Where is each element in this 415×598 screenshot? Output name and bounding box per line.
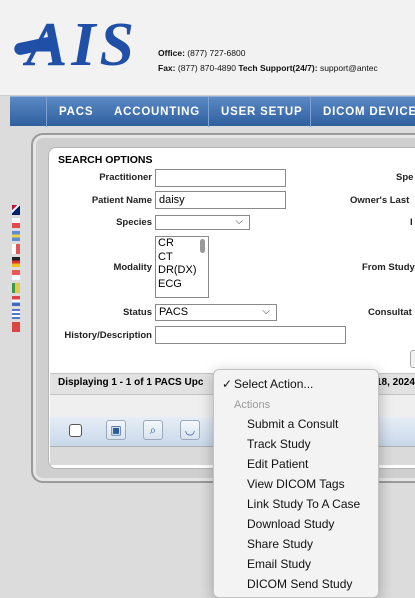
- flag-icon[interactable]: [12, 309, 20, 319]
- search-options-title: SEARCH OPTIONS: [58, 154, 153, 166]
- flag-icon[interactable]: [12, 257, 20, 267]
- office-phone: (877) 727-6800: [187, 48, 246, 58]
- flag-icon[interactable]: [12, 270, 20, 280]
- fax-label: Fax:: [158, 63, 176, 73]
- menu-item-share-study[interactable]: Share Study: [214, 535, 378, 554]
- status-select[interactable]: PACS ⌵: [155, 304, 277, 321]
- nav-pacs[interactable]: PACS: [46, 97, 93, 127]
- practitioner-label: Practitioner: [99, 172, 152, 183]
- menu-item-view-dicom-tags[interactable]: View DICOM Tags: [214, 475, 378, 494]
- flag-icon[interactable]: [12, 296, 20, 306]
- owners-last-label: Owner's Last: [350, 195, 410, 206]
- menu-item-track-study[interactable]: Track Study: [214, 435, 378, 454]
- menu-item-edit-patient[interactable]: Edit Patient: [214, 455, 378, 474]
- select-action-dropdown[interactable]: ✓ Select Action... Actions Submit a Cons…: [213, 369, 379, 598]
- nav-dicom-devices[interactable]: DICOM DEVICES: [310, 97, 415, 127]
- search-icon[interactable]: ⌕: [143, 420, 163, 440]
- modality-option[interactable]: ECG: [158, 278, 208, 292]
- flag-icon[interactable]: [12, 231, 20, 241]
- tech-support-email[interactable]: support@antec: [320, 63, 378, 73]
- actions-group-header: Actions: [234, 399, 271, 411]
- app-header: AIS Office: (877) 727-6800 Fax: (877) 87…: [0, 0, 415, 96]
- flag-icon[interactable]: [12, 218, 20, 228]
- status-value: PACS: [159, 306, 189, 318]
- results-count: Displaying 1 - 1 of 1 PACS Upc: [58, 377, 204, 388]
- modality-label: Modality: [113, 262, 152, 273]
- practitioner-input[interactable]: [155, 169, 286, 187]
- flag-icon[interactable]: [12, 283, 20, 293]
- menu-item-link-study-case[interactable]: Link Study To A Case: [214, 495, 378, 514]
- modality-option[interactable]: DR(DX): [158, 264, 208, 278]
- history-description-input[interactable]: [155, 326, 346, 344]
- nav-user-setup[interactable]: USER SETUP: [208, 97, 303, 127]
- menu-item-submit-consult[interactable]: Submit a Consult: [214, 415, 378, 434]
- ais-logo: AIS: [26, 11, 138, 79]
- species-select[interactable]: ⌵: [155, 215, 250, 230]
- office-label: Office:: [158, 48, 185, 58]
- species-label: Species: [116, 217, 152, 228]
- chevron-down-icon: ⌵: [235, 216, 243, 227]
- flag-icon[interactable]: [12, 244, 20, 254]
- view-icon[interactable]: ◡: [180, 420, 200, 440]
- select-action-option[interactable]: ✓ Select Action...: [214, 375, 378, 394]
- status-label: Status: [122, 307, 152, 318]
- species-right-label: Spe: [396, 172, 414, 183]
- modality-listbox[interactable]: CR CT DR(DX) ECG: [155, 236, 209, 298]
- from-study-label: From Study: [362, 262, 415, 273]
- nav-accounting[interactable]: ACCOUNTING: [102, 97, 200, 127]
- right-label: I: [410, 217, 413, 228]
- menu-item-dicom-send-study[interactable]: DICOM Send Study: [214, 575, 378, 594]
- menu-item-email-study[interactable]: Email Study: [214, 555, 378, 574]
- tech-support-label: Tech Support(24/7):: [238, 63, 318, 73]
- row-checkbox[interactable]: [69, 424, 82, 437]
- checkmark-icon: ✓: [222, 377, 233, 391]
- main-nav: PACS ACCOUNTING USER SETUP DICOM DEVICES: [10, 96, 415, 127]
- fax-phone: (877) 870-4890: [177, 63, 236, 73]
- uk-flag-icon[interactable]: [12, 205, 20, 215]
- search-button[interactable]: [410, 350, 415, 368]
- chevron-down-icon: ⌵: [262, 306, 270, 317]
- flag-icon[interactable]: [12, 322, 20, 332]
- listbox-scrollbar[interactable]: [200, 239, 205, 253]
- results-date: 18, 2024: [376, 377, 415, 388]
- contact-info: Office: (877) 727-6800 Fax: (877) 870-48…: [158, 46, 378, 76]
- patient-icon[interactable]: ▣: [106, 420, 126, 440]
- patient-name-input[interactable]: daisy: [155, 191, 286, 209]
- history-description-label: History/Description: [64, 330, 152, 341]
- menu-item-download-study[interactable]: Download Study: [214, 515, 378, 534]
- language-flags: [12, 205, 20, 335]
- patient-name-label: Patient Name: [91, 195, 152, 206]
- consultation-label: Consultat: [368, 307, 412, 318]
- select-action-label: Select Action...: [234, 377, 314, 391]
